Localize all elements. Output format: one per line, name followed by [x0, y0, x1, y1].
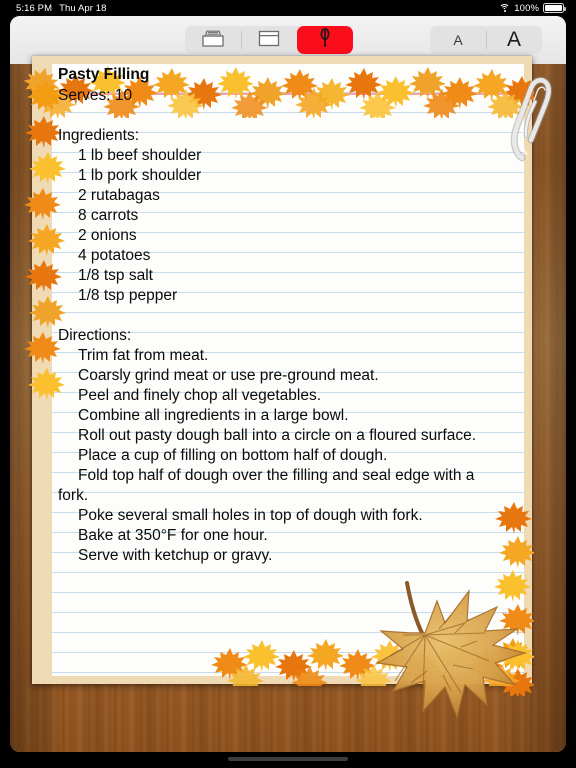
note-line: 2 onions — [78, 227, 137, 244]
whisk-utensil-icon — [314, 27, 336, 54]
card-box-button[interactable] — [185, 26, 241, 54]
increase-font-size-button[interactable]: A — [486, 26, 542, 54]
app-screen: A A Pasty Filling Serves: 10 Ingredients:… — [10, 16, 566, 752]
status-bar-right: 100% — [499, 2, 566, 14]
tablet-device: 5:16 PM Thu Apr 18 100% A A Pasty Fillin… — [0, 0, 576, 768]
note-line: Trim fat from meat. — [78, 347, 209, 364]
note-blank-line — [52, 306, 524, 326]
note-line: 1/8 tsp pepper — [78, 287, 178, 304]
card-box-icon — [200, 28, 226, 53]
note-line: 1 lb beef shoulder — [78, 147, 202, 164]
status-bar-time: 5:16 PM — [16, 2, 53, 14]
note-line: 4 potatoes — [78, 247, 151, 264]
note-paper[interactable]: Pasty Filling Serves: 10 Ingredients: 1 lb… — [52, 64, 524, 676]
decrease-font-size-label: A — [453, 32, 463, 48]
home-indicator — [228, 757, 348, 761]
note-line: 8 carrots — [78, 207, 139, 224]
note-blank-line — [52, 106, 524, 126]
note-line: 1/8 tsp salt — [78, 267, 153, 284]
wifi-icon — [499, 3, 511, 13]
note-line: 2 rutabagas — [78, 187, 160, 204]
note-line: 1 lb pork shoulder — [78, 167, 202, 184]
note-line: Roll out pasty dough ball into a circle … — [78, 427, 477, 444]
recipe-card[interactable]: Pasty Filling Serves: 10 Ingredients: 1 lb… — [32, 56, 532, 684]
note-line: Bake at 350°F for one hour. — [78, 527, 268, 544]
note-line: Serve with ketchup or gravy. — [78, 547, 273, 564]
status-bar: 5:16 PM Thu Apr 18 100% — [0, 0, 576, 16]
note-line: Peel and finely chop all vegetables. — [78, 387, 321, 404]
note-line: Directions: — [58, 327, 132, 344]
note-line: Place a cup of filling on bottom half of… — [78, 447, 388, 464]
note-window-button[interactable] — [241, 26, 297, 54]
note-line: Fold top half of dough over the filling … — [78, 467, 475, 484]
note-window-icon — [256, 28, 282, 53]
note-line: fork. — [58, 487, 89, 504]
note-line: Combine all ingredients in a large bowl. — [78, 407, 349, 424]
note-line: Ingredients: — [58, 127, 139, 144]
decrease-font-size-button[interactable]: A — [430, 26, 486, 54]
note-text-area[interactable]: Pasty Filling Serves: 10 Ingredients: 1 lb… — [52, 64, 524, 676]
status-bar-date: Thu Apr 18 — [59, 2, 107, 14]
battery-percent-label: 100% — [514, 2, 539, 14]
toolbar-font-group: A A — [430, 26, 542, 54]
status-bar-left: 5:16 PM Thu Apr 18 — [16, 3, 107, 14]
increase-font-size-label: A — [506, 28, 521, 51]
toolbar-nav-group — [185, 26, 353, 54]
note-line: Poke several small holes in top of dough… — [78, 507, 423, 524]
note-title: Pasty Filling — [58, 66, 150, 83]
note-line: Serves: 10 — [58, 87, 133, 104]
note-line: Coarsly grind meat or use pre-ground mea… — [78, 367, 379, 384]
battery-icon — [543, 3, 566, 13]
recipe-tool-button[interactable] — [297, 26, 353, 54]
